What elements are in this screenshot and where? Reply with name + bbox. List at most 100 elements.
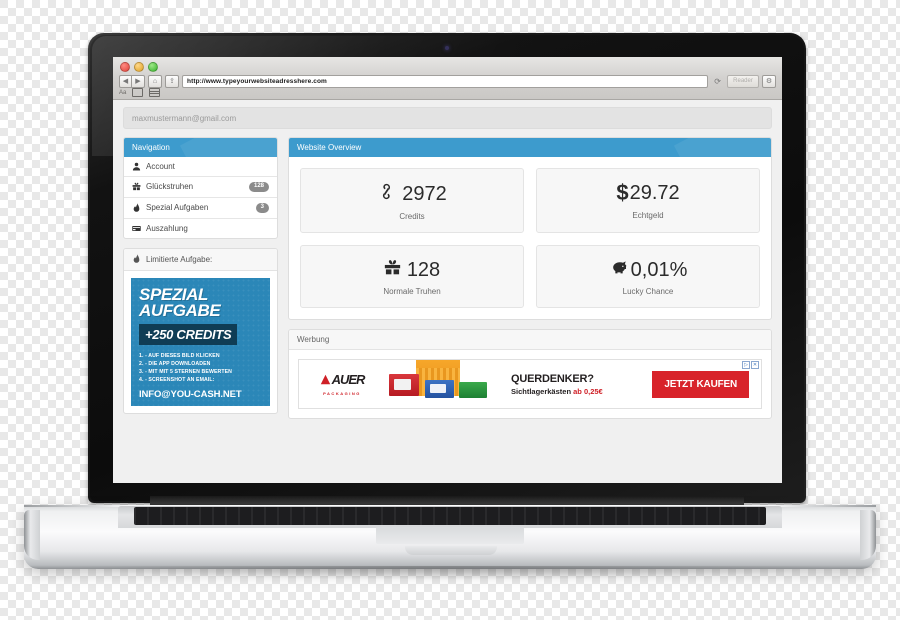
nav-buttons[interactable]: ◀ ▶ [119, 74, 145, 88]
website-overview-panel: Website Overview 2972 Credits $ 29.72 Ec… [288, 137, 772, 320]
home-button[interactable]: ⌂ [148, 74, 162, 88]
promo-steps: 1. - AUF DIESES BILD KLICKEN 2. - DIE AP… [139, 352, 262, 384]
ad-brand-name: AUER [320, 372, 365, 387]
stat-card-credits: 2972 Credits [300, 168, 524, 233]
ad-brand-sub: PACKAGING [323, 391, 361, 396]
settings-button[interactable]: ⚙ [762, 74, 776, 88]
sidebar: Navigation Account Glückstruhen 128 Spez… [123, 137, 278, 428]
ad-subline-row: Sichtlagerkästen ab 0,25€ [511, 387, 652, 396]
adchoices-controls[interactable]: ▷ ✕ [742, 361, 759, 369]
crate-red-label [394, 379, 411, 390]
limited-task-header: Limitierte Aufgabe: [124, 248, 277, 271]
forward-button[interactable]: ▶ [132, 74, 145, 88]
window-controls[interactable] [120, 62, 158, 72]
promo-banner[interactable]: SPEZIAL AUFGABE +250 CREDITS 1. - AUF DI… [131, 277, 270, 406]
maximize-window-icon[interactable] [148, 62, 158, 72]
text-size-icon[interactable]: Aa [119, 90, 126, 96]
overview-title: Website Overview [289, 138, 771, 157]
sidebar-item-account[interactable]: Account [124, 157, 277, 177]
promo-step: 3. - MIT MIT 5 STERNEN BEWERTEN [139, 369, 233, 375]
advertising-title: Werbung [289, 330, 771, 350]
browser-toolbar: ◀ ▶ ⌂ ⇪ http://www.typeyourwebsiteadress… [113, 73, 782, 89]
browser-chrome: ◀ ▶ ⌂ ⇪ http://www.typeyourwebsiteadress… [113, 57, 782, 100]
stat-caption: Lucky Chance [622, 287, 674, 296]
navigation-panel: Navigation Account Glückstruhen 128 Spez… [123, 137, 278, 239]
screen-viewport: ◀ ▶ ⌂ ⇪ http://www.typeyourwebsiteadress… [113, 57, 782, 483]
stat-card-echtgeld: $ 29.72 Echtgeld [536, 168, 760, 233]
account-email-bar: maxmustermann@gmail.com [123, 107, 772, 129]
sidebar-item-auszahlung[interactable]: Auszahlung [124, 219, 277, 238]
sidebar-item-label: Auszahlung [146, 223, 188, 233]
laptop-shadow [60, 566, 840, 580]
minimize-window-icon[interactable] [134, 62, 144, 72]
webcam-icon [445, 46, 449, 50]
ad-brand-text: AUER [331, 372, 366, 387]
sidebar-badge: 3 [255, 202, 269, 213]
adchoices-icon[interactable]: ▷ [742, 361, 750, 369]
bookmarks-bar: Aa [119, 88, 161, 97]
ad-subline: Sichtlagerkästen [511, 386, 572, 396]
laptop-trackpad [376, 527, 524, 544]
address-bar[interactable]: http://www.typeyourwebsiteadresshere.com [182, 74, 709, 88]
sidebar-item-spezial-aufgaben[interactable]: Spezial Aufgaben 3 [124, 198, 277, 219]
url-text: http://www.typeyourwebsiteadresshere.com [187, 77, 327, 85]
stat-card-lucky-chance: 0,01% Lucky Chance [536, 245, 760, 308]
sidebar-badge: 128 [248, 182, 269, 192]
ad-copy: QUERDENKER? Sichtlagerkästen ab 0,25€ [503, 373, 652, 396]
stat-card-truhen: 128 Normale Truhen [300, 245, 524, 308]
ad-cta-button[interactable]: JETZT KAUFEN [652, 370, 749, 398]
laptop-base-left-edge [24, 510, 40, 560]
advertising-body: ▷ ✕ AUER PACKAGING QUERDENKER? Sichtlage… [289, 350, 771, 418]
back-button[interactable]: ◀ [119, 74, 132, 88]
top-sites-icon[interactable] [149, 88, 161, 97]
dollar-icon: $ [616, 180, 629, 205]
promo-email: INFO@YOU-CASH.NET [139, 389, 242, 401]
crate-blue-label [430, 384, 446, 393]
stat-value-row: $ 29.72 [543, 182, 753, 204]
ad-price: ab 0,25€ [573, 386, 603, 396]
crate-green [459, 382, 487, 398]
ad-brand-logo: AUER PACKAGING [299, 372, 385, 396]
sidebar-item-label: Spezial Aufgaben [146, 203, 209, 213]
sidebar-item-gluckstruhen[interactable]: Glückstruhen 128 [124, 177, 277, 198]
ad-product-image [385, 360, 503, 408]
stat-value: 128 [406, 258, 441, 281]
reader-button[interactable]: Reader [727, 74, 759, 88]
account-email: maxmustermann@gmail.com [132, 113, 237, 123]
ad-headline: QUERDENKER? [511, 372, 594, 385]
promo-step: 2. - DIE APP DOWNLOADEN [139, 360, 211, 367]
stat-grid: 2972 Credits $ 29.72 Echtgeld 128 Normal… [289, 157, 771, 319]
laptop-keyboard [134, 507, 766, 525]
page-body: maxmustermann@gmail.com Navigation Accou… [113, 100, 782, 483]
card-icon [132, 224, 141, 233]
stat-caption: Normale Truhen [383, 287, 441, 296]
promo-credits-badge: +250 CREDITS [139, 323, 238, 345]
stat-caption: Credits [399, 212, 425, 221]
sidebar-item-label: Account [146, 162, 175, 171]
promo-wrapper: SPEZIAL AUFGABE +250 CREDITS 1. - AUF DI… [124, 271, 277, 413]
main-content: Website Overview 2972 Credits $ 29.72 Ec… [288, 137, 772, 428]
share-button[interactable]: ⇪ [165, 74, 179, 88]
reload-icon[interactable]: ⟳ [711, 77, 724, 86]
close-window-icon[interactable] [120, 62, 130, 72]
stat-value: 2972 [402, 182, 447, 205]
ad-banner[interactable]: ▷ ✕ AUER PACKAGING QUERDENKER? Sichtlage… [298, 359, 762, 409]
flame-icon [132, 203, 141, 212]
piggy-bank-icon [609, 259, 629, 280]
stat-value-row: 0,01% [543, 259, 753, 280]
promo-step: 4. - SCREENSHOT AN EMAIL: [139, 377, 215, 384]
page-columns: Navigation Account Glückstruhen 128 Spez… [113, 129, 782, 428]
bookmarks-icon[interactable] [132, 88, 144, 97]
user-icon [132, 162, 141, 171]
stat-value-row: 2972 [307, 182, 517, 205]
limited-task-title: Limitierte Aufgabe: [146, 254, 213, 264]
stat-caption: Echtgeld [632, 211, 664, 220]
link-chain-icon [377, 182, 396, 205]
stat-value: 29.72 [629, 182, 680, 204]
laptop-front-notch [405, 546, 497, 555]
advertising-panel: Werbung ▷ ✕ AUER PACKAGING QUERDENKER? S… [288, 329, 772, 419]
promo-step: 1. - AUF DIESES BILD KLICKEN [139, 352, 220, 359]
close-ad-icon[interactable]: ✕ [751, 361, 759, 369]
gift-icon [132, 182, 141, 191]
flame-icon [132, 253, 141, 265]
